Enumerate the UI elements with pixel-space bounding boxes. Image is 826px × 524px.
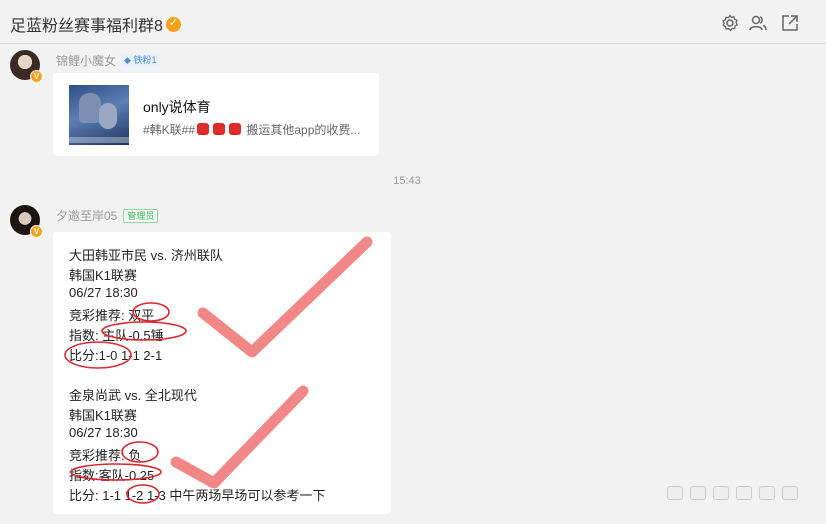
message-line: 比分:1-0 1-1 2-1 [69,348,163,363]
message-line: 06/27 18:30 [69,285,138,300]
message-line: 金泉尚武 vs. 全北现代 [69,388,197,403]
gear-icon[interactable] [720,13,740,33]
link-title: only说体育 [143,99,211,115]
toolbar-button[interactable] [759,486,775,500]
toolbar-button[interactable] [782,486,798,500]
message-line: 06/27 18:30 [69,425,138,440]
toolbar-button[interactable] [713,486,729,500]
message-line: 指数: 主队-0.5锤 [69,328,164,343]
message-bubble[interactable]: 大田韩亚市民 vs. 济州联队 韩国K1联赛 06/27 18:30 竞彩推荐:… [53,232,391,514]
sender-name-row: 锦鲤小魔女 ◆ 铁粉1 [56,52,160,69]
link-card[interactable]: only说体育 #韩K联## 搬运其他app的收费... [53,73,379,156]
ticket-icon [213,123,226,135]
link-thumbnail [69,85,129,145]
avatar[interactable]: V [10,205,43,238]
group-name: 足蓝粉丝赛事福利群8 [10,18,163,35]
message-line: 韩国K1联赛 [69,408,137,423]
link-desc-suffix: 搬运其他app的收费... [246,123,361,137]
chat-header: 足蓝粉丝赛事福利群8 [0,0,826,44]
toolbar-button[interactable] [736,486,752,500]
link-description: #韩K联## 搬运其他app的收费... [143,121,360,138]
sender-name[interactable]: 锦鲤小魔女 [56,52,116,69]
verified-group-icon [165,16,181,32]
message-line: 竞彩推荐: 双平 [69,308,155,323]
toolbar-button[interactable] [667,486,683,500]
open-external-icon[interactable] [780,13,800,33]
sender-name-row: 夕邀至岸05 管理员 [56,207,159,224]
toolbar-placeholders [667,486,798,500]
group-title: 足蓝粉丝赛事福利群8 [10,12,181,36]
fan-badge-label: 铁粉1 [133,55,157,65]
ticket-icon [229,123,242,135]
message-line: 竞彩推荐: 负 [69,448,142,463]
ticket-icon [197,123,210,135]
group-members-icon[interactable] [748,13,768,33]
toolbar-button[interactable] [690,486,706,500]
sender-name[interactable]: 夕邀至岸05 [56,207,117,224]
message-line: 大田韩亚市民 vs. 济州联队 [69,248,223,263]
avatar[interactable]: V [10,50,43,83]
timestamp: 15:43 [393,175,421,187]
verified-icon: V [30,225,43,238]
link-desc-prefix: #韩K联## [143,123,196,137]
message-line: 韩国K1联赛 [69,268,137,283]
verified-icon: V [30,70,43,83]
message-line: 指数:客队-0.25 [69,468,155,483]
fan-badge: ◆ 铁粉1 [121,54,160,67]
message-line: 比分: 1-1 1-2 1-3 中午两场早场可以参考一下 [69,488,326,503]
admin-badge: 管理员 [123,208,159,223]
